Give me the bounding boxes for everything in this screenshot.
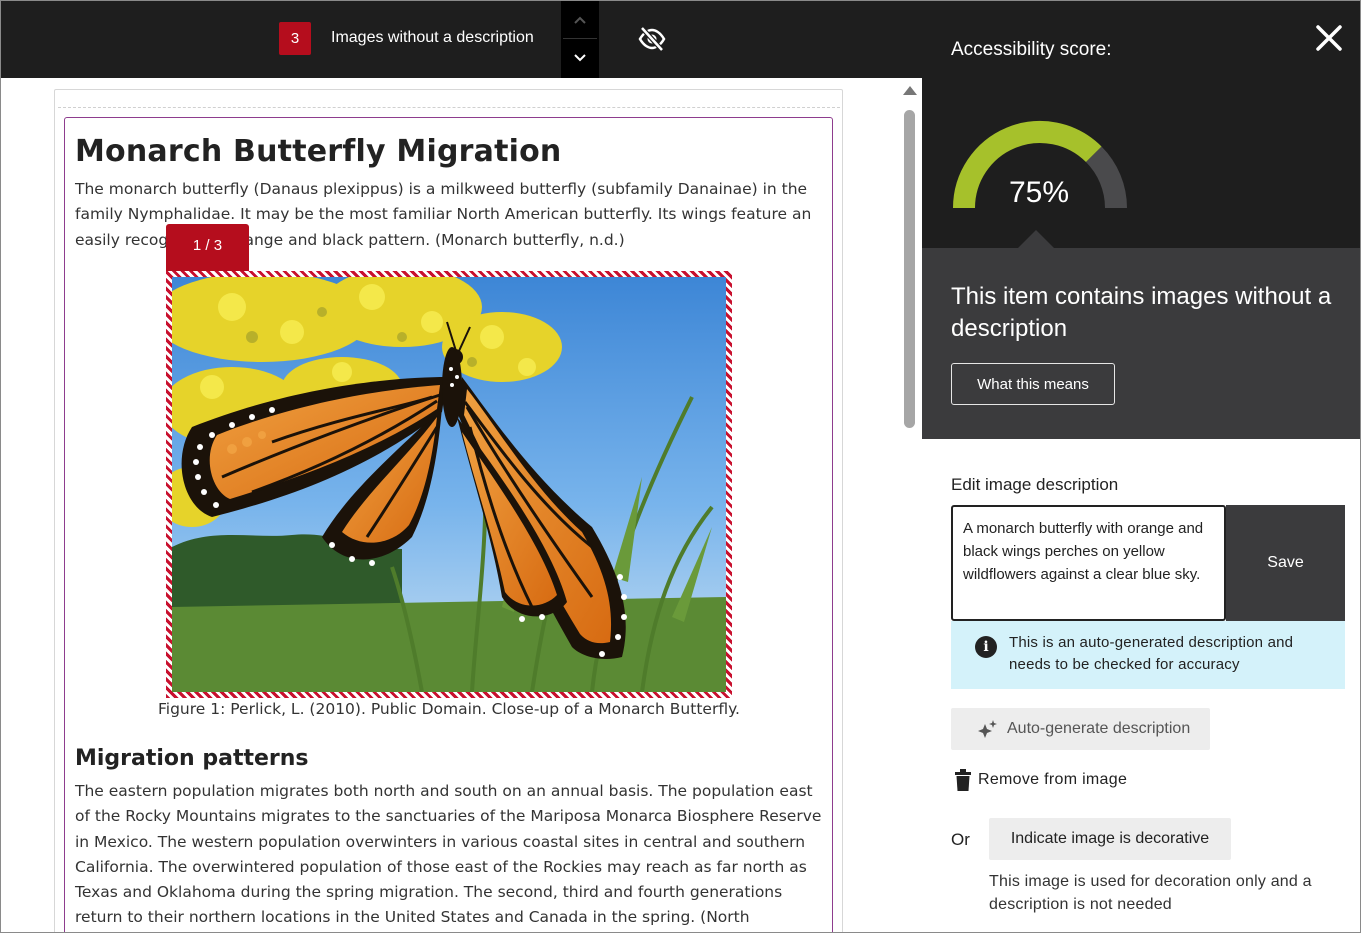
flagged-image[interactable] — [166, 271, 732, 698]
issue-count-badge: 3 — [279, 22, 311, 55]
decorative-note: This image is used for decoration only a… — [989, 873, 1312, 913]
eye-slash-icon — [638, 26, 666, 52]
chevron-down-icon — [574, 54, 586, 62]
issue-summary: This item contains images without a desc… — [922, 248, 1360, 439]
score-label: Accessibility score: — [951, 39, 1112, 60]
auto-generated-notice: i This is an auto-generated description … — [951, 621, 1345, 689]
next-issue-button[interactable] — [561, 39, 599, 77]
trash-icon — [955, 769, 971, 791]
section-heading: Migration patterns — [75, 746, 309, 771]
close-panel-button[interactable] — [1314, 23, 1344, 53]
butterfly-image — [172, 277, 726, 692]
what-this-means-button[interactable]: What this means — [951, 363, 1115, 405]
previous-issue-button[interactable] — [561, 1, 599, 39]
document-title: Monarch Butterfly Migration — [75, 134, 562, 169]
save-button[interactable]: Save — [1226, 505, 1345, 621]
hide-highlights-button[interactable] — [636, 26, 668, 52]
image-description-field[interactable]: A monarch butterfly with orange and blac… — [951, 505, 1226, 621]
indicate-decorative-button[interactable]: Indicate image is decorative — [989, 818, 1231, 860]
sparkle-icon — [978, 720, 997, 738]
accessibility-checker-app: 3 Images without a description Monarch B… — [0, 0, 1361, 933]
edit-description-label: Edit image description — [951, 475, 1119, 494]
scroll-up-arrow[interactable] — [903, 86, 917, 95]
chevron-up-icon — [574, 16, 586, 24]
score-section: Accessibility score: 75% — [922, 1, 1360, 248]
issue-toolbar: 3 Images without a description — [1, 1, 922, 78]
close-icon — [1316, 25, 1342, 51]
issue-type-label: Images without a description — [331, 29, 534, 46]
document-editor[interactable]: Monarch Butterfly Migration The monarch … — [1, 78, 922, 932]
notice-text: This is an auto-generated description an… — [1009, 634, 1294, 673]
section-paragraph: The eastern population migrates both nor… — [75, 782, 822, 927]
issue-title: This item contains images without a desc… — [951, 283, 1332, 342]
remove-label: Remove from image — [978, 771, 1128, 788]
figure-caption: Figure 1: Perlick, L. (2010). Public Dom… — [158, 700, 740, 718]
panel-notch — [1018, 230, 1054, 248]
accessibility-panel: Accessibility score: 75% This item conta… — [922, 1, 1360, 932]
score-value: 75% — [1008, 176, 1070, 209]
frame-divider — [58, 107, 840, 108]
info-icon: i — [975, 636, 997, 658]
image-counter-tag: 1 / 3 — [166, 224, 249, 271]
or-label: Or — [951, 830, 970, 849]
auto-generate-label: Auto-generate description — [1007, 720, 1191, 737]
scrollbar-thumb[interactable] — [904, 110, 915, 428]
remove-from-image-button[interactable]: Remove from image — [954, 767, 1127, 793]
gauge-track — [1085, 146, 1127, 209]
issue-navigation — [561, 1, 599, 78]
auto-generate-button[interactable]: Auto-generate description — [951, 708, 1210, 750]
